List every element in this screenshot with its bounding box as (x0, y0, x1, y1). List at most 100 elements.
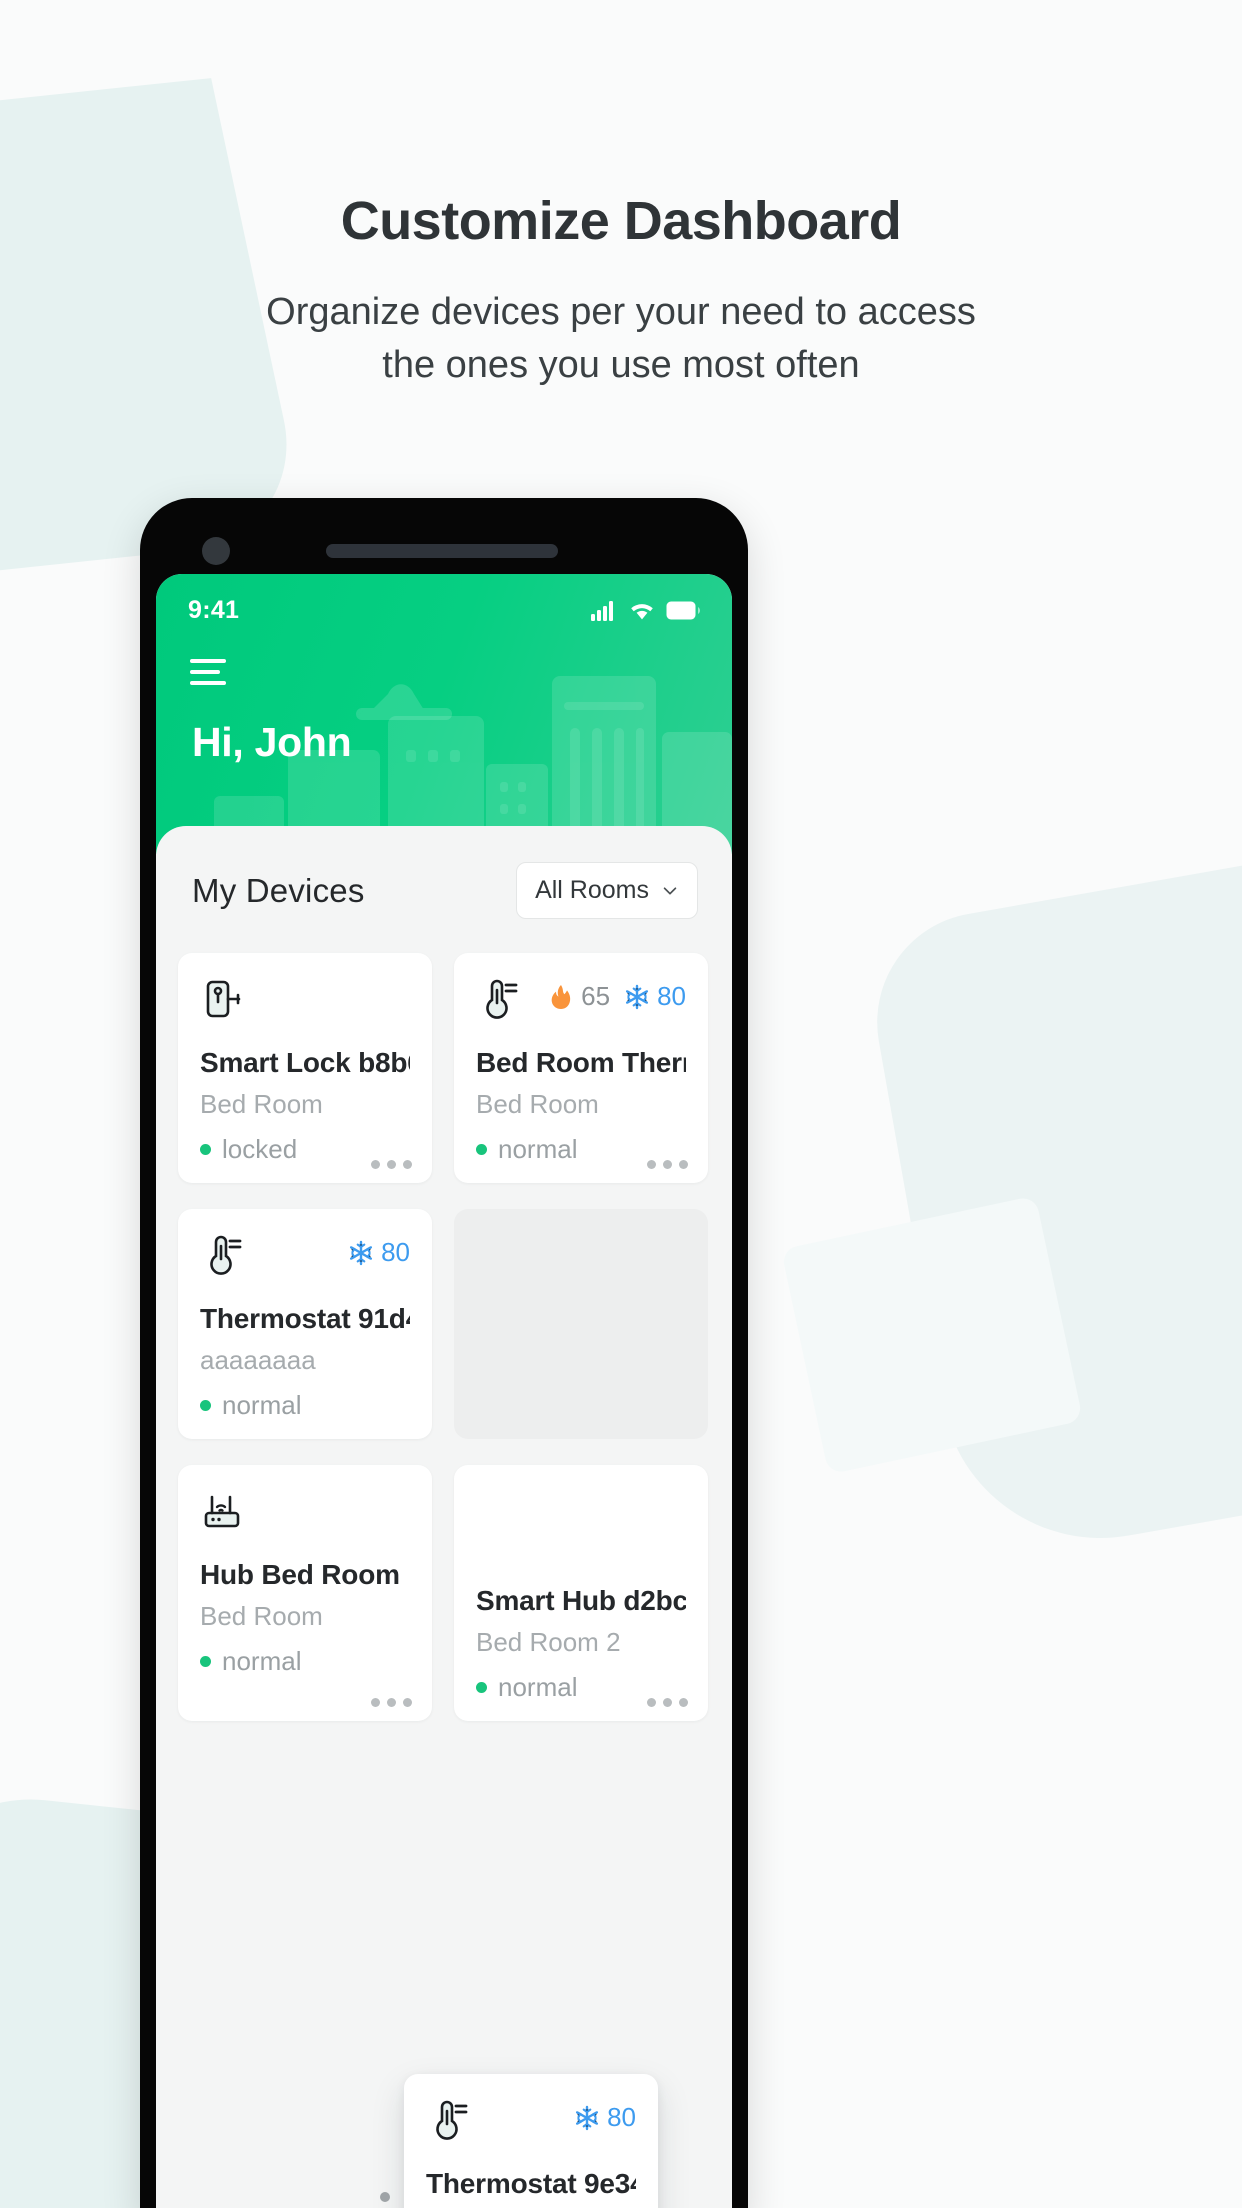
more-dot (663, 1698, 672, 1707)
device-card-top: 80 (426, 2098, 636, 2146)
device-name: Smart Lock b8b6 (200, 1047, 410, 1078)
device-card-top (200, 977, 410, 1025)
device-status-row: normal (200, 1646, 410, 1677)
device-name: Thermostat 91d4 (200, 1303, 410, 1334)
cool-readout: 80 (574, 2102, 636, 2133)
device-card-top: 65 80 (476, 977, 686, 1025)
promo-subheadline-line-2: the ones you use most often (382, 343, 860, 386)
device-status-label: locked (222, 1134, 298, 1164)
device-card-hub-bed-room[interactable]: Hub Bed Room Bed Room normal (178, 1465, 432, 1721)
device-grid: Smart Lock b8b6 Bed Room locked 65 80 Be… (156, 953, 732, 1721)
devices-sheet-header: My Devices All Rooms (156, 826, 732, 919)
drop-target-placeholder[interactable] (454, 1209, 708, 1439)
more-dot (371, 1698, 380, 1707)
device-readouts: 65 80 (548, 977, 686, 1012)
more-options-button[interactable] (647, 1698, 688, 1707)
device-readouts: 80 (574, 2098, 636, 2133)
promo-headline: Customize Dashboard (340, 191, 902, 251)
hamburger-bar (190, 681, 226, 685)
snowflake-icon (350, 1240, 373, 1265)
more-options-button[interactable] (371, 1698, 412, 1707)
status-bar: 9:41 (156, 574, 732, 625)
device-card-smart-lock[interactable]: Smart Lock b8b6 Bed Room locked (178, 953, 432, 1183)
battery-icon (666, 601, 700, 620)
decorative-shape-right (859, 856, 1242, 1564)
cool-value: 80 (657, 981, 686, 1011)
hamburger-bar (190, 670, 220, 674)
chevron-down-icon (663, 886, 677, 895)
status-dot (476, 1144, 487, 1155)
hub-router-icon (204, 1495, 240, 1528)
status-dot (200, 1656, 211, 1667)
cool-value: 80 (607, 2102, 636, 2132)
more-dot (387, 1698, 396, 1707)
device-room: Bed Room (200, 1089, 323, 1119)
more-dot (663, 1160, 672, 1169)
status-dot (200, 1400, 211, 1411)
status-dot (476, 1682, 487, 1693)
more-dot (679, 1160, 688, 1169)
more-dot (647, 1698, 656, 1707)
hamburger-menu-icon[interactable] (190, 659, 226, 685)
device-name: Thermostat 9e34 (426, 2168, 636, 2199)
device-card-thermostat-91d4[interactable]: 80 Thermostat 91d4 aaaaaaaa normal (178, 1209, 432, 1439)
more-dot (647, 1160, 656, 1169)
dragging-device-card[interactable]: 80 Thermostat 9e34 aaaaaaaa normal (380, 2074, 658, 2208)
more-options-button[interactable] (647, 1160, 688, 1169)
device-grid-row: Hub Bed Room Bed Room normal Smart Hub d… (178, 1465, 710, 1721)
device-status-label: normal (498, 1672, 578, 1702)
more-dot (679, 1698, 688, 1707)
more-dot (403, 1160, 412, 1169)
phone-screen: 9:41 Hi, John My Devices All Rooms Smart… (156, 574, 732, 2208)
promo-subheadline-line-1: Organize devices per your need to access (266, 291, 976, 334)
status-bar-time: 9:41 (188, 596, 240, 624)
device-status-row: normal (200, 1390, 410, 1421)
snowflake-icon (626, 984, 649, 1009)
wifi-icon (631, 603, 653, 619)
front-camera-icon (202, 537, 230, 565)
room-filter-dropdown[interactable]: All Rooms (516, 862, 698, 919)
promo-subheadline: Organize devices per your need to access… (0, 286, 1242, 391)
cellular-signal-icon (591, 600, 613, 621)
device-card-bed-room-thermostat[interactable]: 65 80 Bed Room Ther Bed Room normal (454, 953, 708, 1183)
device-name: Smart Hub d2bc (476, 1585, 686, 1616)
device-card-smart-hub-d2bc[interactable]: Smart Hub d2bc Bed Room 2 normal (454, 1465, 708, 1721)
cool-value: 80 (381, 1237, 410, 1267)
device-room: aaaaaaaa (200, 1345, 316, 1375)
device-room: Bed Room (200, 1601, 323, 1631)
device-name: Hub Bed Room (200, 1559, 400, 1590)
cool-readout: 80 (348, 1237, 410, 1268)
device-room: Bed Room (476, 1089, 599, 1119)
device-readouts: 80 (348, 1233, 410, 1268)
earpiece-speaker (326, 544, 558, 558)
user-greeting: Hi, John (192, 719, 352, 765)
flame-icon (551, 984, 571, 1009)
thermostat-icon (486, 979, 518, 1019)
device-status-label: normal (498, 1134, 578, 1164)
device-name: Bed Room Thermos... (476, 1047, 686, 1078)
status-dot (200, 1144, 211, 1155)
device-grid-row: 80 Thermostat 91d4 aaaaaaaa normal (178, 1209, 710, 1439)
thermostat-icon (436, 2100, 468, 2140)
device-status-label: normal (222, 1646, 302, 1676)
snowflake-icon (576, 2105, 599, 2130)
phone-mockup: 9:41 Hi, John My Devices All Rooms Smart… (140, 498, 748, 2208)
device-status-label: normal (222, 1390, 302, 1420)
smart-lock-icon (206, 980, 241, 1018)
thermostat-icon (210, 1235, 242, 1275)
room-filter-label: All Rooms (535, 876, 649, 904)
more-options-button[interactable] (371, 1160, 412, 1169)
hamburger-bar (190, 659, 226, 663)
promo-page: Customize Dashboard Organize devices per… (0, 0, 1242, 2208)
more-dot (371, 1160, 380, 1169)
status-bar-icons (591, 600, 700, 621)
device-card-top (200, 1489, 410, 1537)
devices-sheet: My Devices All Rooms Smart Lock b8b6 Bed… (156, 826, 732, 2208)
cool-readout: 80 (624, 981, 686, 1012)
more-dot (387, 1160, 396, 1169)
device-card-top: 80 (200, 1233, 410, 1281)
heat-readout: 65 (548, 981, 610, 1012)
heat-value: 65 (581, 981, 611, 1011)
app-header: 9:41 Hi, John (156, 574, 732, 854)
promo-text-block: Customize Dashboard Organize devices per… (0, 190, 1242, 391)
